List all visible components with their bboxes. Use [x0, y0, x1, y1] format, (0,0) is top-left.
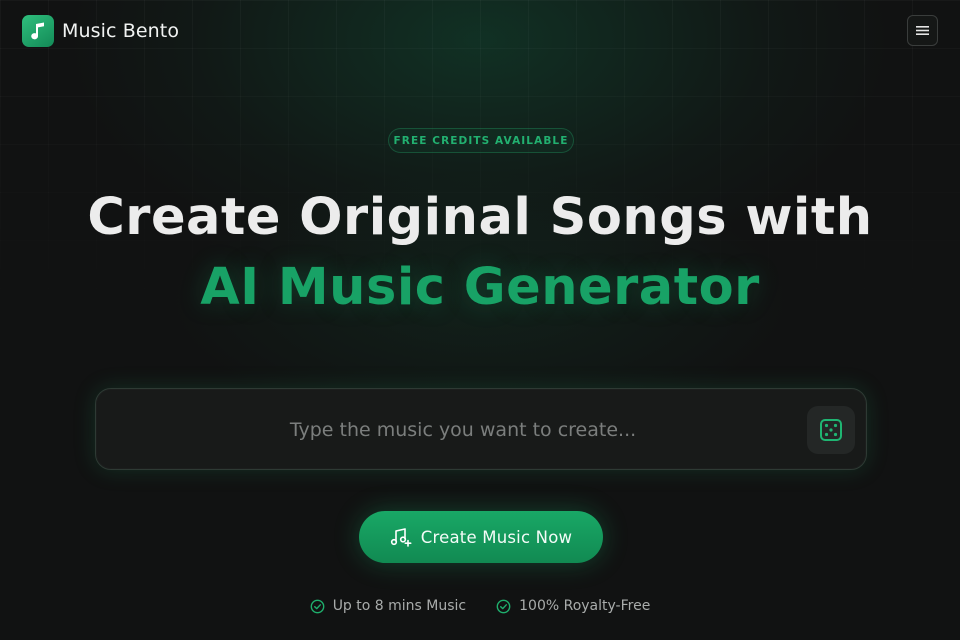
- music-note-icon: [22, 15, 54, 47]
- music-plus-icon: [390, 528, 412, 547]
- create-music-label: Create Music Now: [420, 527, 573, 547]
- brand-name: Music Bento: [62, 20, 180, 42]
- free-credits-badge: FREE CREDITS AVAILABLE: [388, 128, 574, 153]
- random-prompt-button[interactable]: [807, 406, 855, 454]
- feature-list: Up to 8 mins Music 100% Royalty-Free: [0, 598, 960, 614]
- hero-title-line-1: Create Original Songs with: [87, 188, 873, 247]
- check-circle-icon: [310, 599, 325, 613]
- feature-item: 100% Royalty-Free: [496, 598, 650, 614]
- check-circle-icon: [496, 599, 511, 613]
- feature-label: 100% Royalty-Free: [519, 598, 651, 614]
- hero-title-line-2: AI Music Generator: [200, 258, 760, 317]
- dice-icon: [820, 419, 842, 441]
- feature-item: Up to 8 mins Music: [310, 598, 466, 614]
- menu-button[interactable]: [907, 15, 938, 46]
- landing-page: Music Bento FREE CREDITS AVAILABLE Creat…: [0, 0, 960, 640]
- music-prompt-input[interactable]: [116, 389, 810, 471]
- hamburger-menu-icon: [916, 26, 929, 35]
- brand-link[interactable]: Music Bento: [22, 15, 179, 47]
- prompt-container: [95, 388, 867, 471]
- feature-label: Up to 8 mins Music: [332, 598, 467, 614]
- create-music-button[interactable]: Create Music Now: [359, 511, 603, 563]
